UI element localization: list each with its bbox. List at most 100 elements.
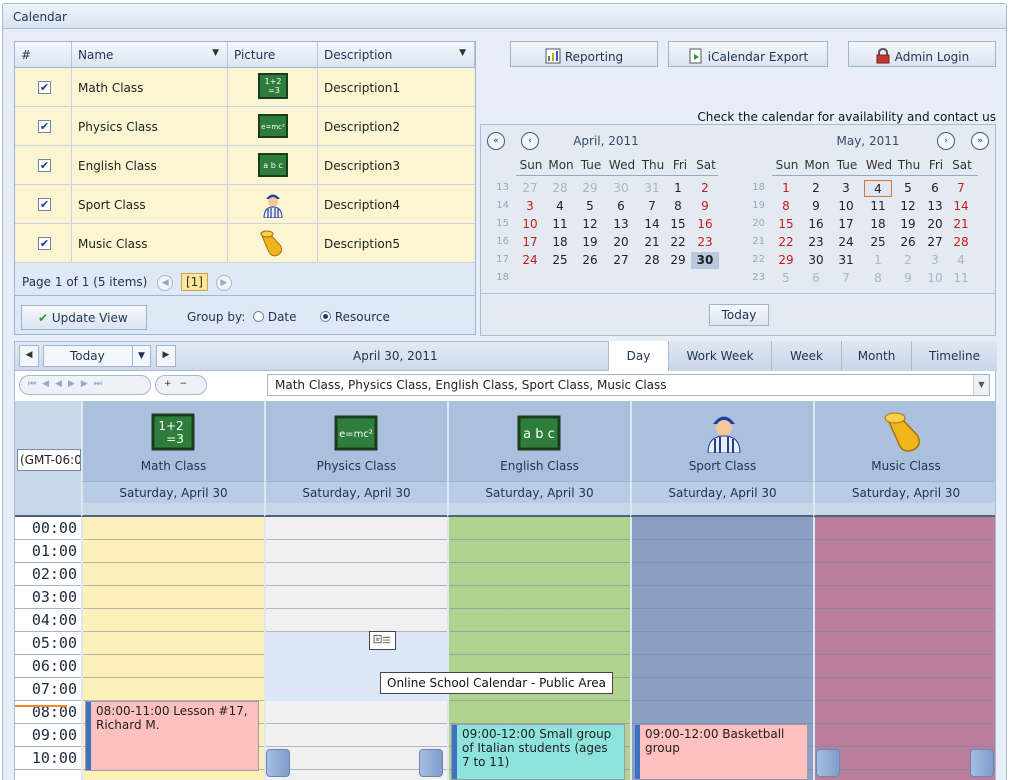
grid-header-picture[interactable]: Picture — [228, 42, 318, 68]
admin-login-button[interactable]: Admin Login — [848, 41, 996, 67]
calendar-day[interactable]: 27 — [921, 234, 949, 251]
table-row[interactable]: ✔ Physics Class e=mc² Description2 — [15, 107, 475, 146]
calendar-day[interactable]: 10 — [832, 198, 860, 215]
calendar-day[interactable]: 31 — [638, 180, 666, 197]
appointment[interactable]: 09:00-12:00 Small group of Italian stude… — [451, 724, 625, 780]
all-day-cell[interactable] — [447, 503, 630, 517]
calendar-day[interactable]: 15 — [664, 216, 692, 233]
calendar-day[interactable]: 25 — [864, 234, 892, 251]
tab-work-week[interactable]: Work Week — [668, 341, 771, 372]
all-day-cell[interactable] — [81, 503, 264, 517]
calendar-day[interactable]: 18 — [546, 234, 574, 251]
all-day-cell[interactable] — [813, 503, 995, 517]
calendar-day[interactable]: 9 — [894, 270, 922, 287]
icalendar-export-button[interactable]: iCalendar Export — [668, 41, 828, 67]
timezone-selector[interactable]: (GMT-06:00) — [17, 449, 81, 471]
scroll-handle-left[interactable] — [816, 749, 840, 777]
calendar-day[interactable]: 29 — [664, 252, 692, 269]
radio-selected-icon[interactable] — [320, 311, 331, 322]
tab-timeline[interactable]: Timeline — [911, 341, 997, 372]
group-by-date-radio[interactable]: Date — [253, 310, 297, 324]
calendar-day[interactable]: 22 — [772, 234, 800, 251]
calendar-day[interactable]: 3 — [832, 180, 860, 197]
calendar-day[interactable]: 30 — [802, 252, 830, 269]
chevron-down-icon[interactable]: ▼ — [132, 346, 150, 366]
appointment[interactable]: 09:00-12:00 Basketball group — [634, 724, 808, 780]
table-row[interactable]: ✔ English Class a b c Description3 — [15, 146, 475, 185]
row-checkbox[interactable]: ✔ — [38, 81, 51, 94]
calendar-day[interactable]: 1 — [772, 180, 800, 197]
table-row[interactable]: ✔ Math Class 1+2 =3 Description1 — [15, 68, 475, 107]
table-row[interactable]: ✔ Music Class Description5 — [15, 224, 475, 263]
resource-column-music[interactable] — [813, 517, 995, 780]
tab-month[interactable]: Month — [841, 341, 911, 372]
calendar-day[interactable]: 4 — [947, 252, 975, 269]
calendar-day[interactable]: 24 — [832, 234, 860, 251]
today-dropdown[interactable]: Today ▼ — [43, 345, 151, 367]
prev-day-icon[interactable]: ◀ — [19, 345, 39, 367]
calendar-day[interactable]: 8 — [864, 270, 892, 287]
calendar-day[interactable]: 23 — [691, 234, 719, 251]
filter-icon[interactable]: ▼ — [212, 48, 219, 58]
resource-filter-dropdown[interactable]: Math Class, Physics Class, English Class… — [267, 374, 990, 396]
calendar-day[interactable]: 29 — [576, 180, 604, 197]
calendar-day[interactable]: 10 — [516, 216, 544, 233]
row-checkbox[interactable]: ✔ — [38, 120, 51, 133]
resource-pager-icon[interactable]: ⏮◀◀▶▶⏭ — [19, 375, 151, 395]
calendar-day[interactable]: 27 — [607, 252, 635, 269]
calendar-day[interactable]: 31 — [832, 252, 860, 269]
calendar-day[interactable]: 2 — [802, 180, 830, 197]
calendar-day[interactable]: 29 — [772, 252, 800, 269]
calendar-day[interactable]: 16 — [802, 216, 830, 233]
row-checkbox[interactable]: ✔ — [38, 237, 51, 250]
calendar-day[interactable]: 12 — [894, 198, 922, 215]
next-day-icon[interactable]: ▶ — [156, 345, 176, 367]
calendar-day[interactable]: 28 — [947, 234, 975, 251]
calendar-day[interactable]: 14 — [947, 198, 975, 215]
calendar-day[interactable]: 22 — [664, 234, 692, 251]
calendar-day[interactable]: 26 — [576, 252, 604, 269]
calendar-day[interactable]: 19 — [894, 216, 922, 233]
zoom-plus-minus-icon[interactable]: +− — [155, 375, 207, 395]
calendar-day[interactable]: 28 — [638, 252, 666, 269]
calendar-day[interactable]: 13 — [921, 198, 949, 215]
calendar-day[interactable]: 4 — [864, 180, 892, 197]
next-page-icon[interactable]: ▶ — [215, 274, 232, 291]
radio-icon[interactable] — [253, 311, 264, 322]
resource-column-physics[interactable] — [264, 517, 447, 780]
calendar-day[interactable]: 20 — [607, 234, 635, 251]
page-1-button[interactable]: [1] — [180, 273, 208, 291]
group-by-resource-radio[interactable]: Resource — [320, 310, 390, 324]
calendar-day[interactable]: 1 — [664, 180, 692, 197]
reporting-button[interactable]: Reporting — [510, 41, 658, 67]
calendar-day[interactable]: 9 — [802, 198, 830, 215]
calendar-day[interactable]: 7 — [947, 180, 975, 197]
scroll-handle-left[interactable] — [266, 749, 290, 777]
row-checkbox[interactable]: ✔ — [38, 198, 51, 211]
calendar-day[interactable]: 16 — [691, 216, 719, 233]
update-view-button[interactable]: ✔ Update View — [21, 305, 147, 330]
calendar-day[interactable]: 15 — [772, 216, 800, 233]
calendar-day[interactable]: 3 — [516, 198, 544, 215]
calendar-day[interactable]: 9 — [691, 198, 719, 215]
calendar-day[interactable]: 25 — [546, 252, 574, 269]
calendar-day[interactable]: 28 — [546, 180, 574, 197]
grid-header-description[interactable]: Description ▼ — [318, 42, 475, 68]
calendar-day[interactable]: 11 — [864, 198, 892, 215]
fast-next-icon[interactable]: » — [971, 132, 989, 150]
calendar-day[interactable]: 6 — [607, 198, 635, 215]
calendar-day[interactable]: 10 — [921, 270, 949, 287]
scroll-handle-right[interactable] — [419, 749, 443, 777]
calendar-day[interactable]: 13 — [607, 216, 635, 233]
calendar-day[interactable]: 2 — [691, 180, 719, 197]
chevron-down-icon[interactable]: ▼ — [973, 375, 989, 395]
calendar-day[interactable]: 1 — [864, 252, 892, 269]
calendar-day[interactable]: 14 — [638, 216, 666, 233]
calendar-day[interactable]: 11 — [546, 216, 574, 233]
calendar-day[interactable]: 6 — [921, 180, 949, 197]
calendar-day[interactable]: 5 — [576, 198, 604, 215]
calendar-day[interactable]: 7 — [638, 198, 666, 215]
filter-icon[interactable]: ▼ — [459, 48, 466, 58]
calendar-day[interactable]: 23 — [802, 234, 830, 251]
calendar-day[interactable]: 3 — [921, 252, 949, 269]
